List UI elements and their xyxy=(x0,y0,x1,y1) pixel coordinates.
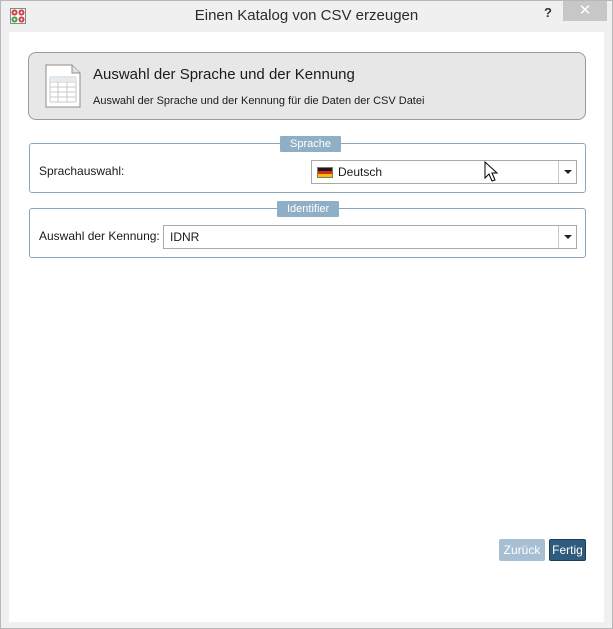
identifier-select-label: Auswahl der Kennung: xyxy=(39,229,160,243)
finish-button[interactable]: Fertig xyxy=(549,539,586,561)
chevron-down-icon[interactable] xyxy=(558,226,576,248)
german-flag-icon xyxy=(317,167,333,178)
title-bar[interactable]: Einen Katalog von CSV erzeugen ? ✕ xyxy=(1,1,612,31)
close-icon: ✕ xyxy=(578,2,592,19)
page-title: Auswahl der Sprache und der Kennung xyxy=(93,66,355,83)
spreadsheet-document-icon xyxy=(45,64,81,108)
identifier-group-legend: Identifier xyxy=(277,201,340,217)
chevron-down-icon[interactable] xyxy=(558,161,576,183)
mouse-cursor-icon xyxy=(484,161,499,182)
close-button[interactable]: ✕ xyxy=(563,1,607,21)
language-select-label: Sprachauswahl: xyxy=(39,164,125,178)
language-group: Sprache Sprachauswahl: Deutsch xyxy=(29,136,586,193)
dialog-content: Auswahl der Sprache und der Kennung Ausw… xyxy=(9,32,604,622)
identifier-select[interactable]: IDNR xyxy=(163,225,577,249)
back-button[interactable]: Zurück xyxy=(499,539,545,561)
language-select-value: Deutsch xyxy=(338,165,383,179)
language-select[interactable]: Deutsch xyxy=(311,160,577,184)
page-subtitle: Auswahl der Sprache und der Kennung für … xyxy=(93,95,425,107)
identifier-group: Identifier Auswahl der Kennung: IDNR xyxy=(29,201,586,258)
help-button[interactable]: ? xyxy=(536,4,560,24)
language-group-legend: Sprache xyxy=(280,136,341,152)
window-title: Einen Katalog von CSV erzeugen xyxy=(194,7,419,24)
header-panel: Auswahl der Sprache und der Kennung Ausw… xyxy=(28,52,586,120)
identifier-select-value: IDNR xyxy=(170,230,200,244)
dialog-window: Einen Katalog von CSV erzeugen ? ✕ Auswa… xyxy=(0,0,613,629)
